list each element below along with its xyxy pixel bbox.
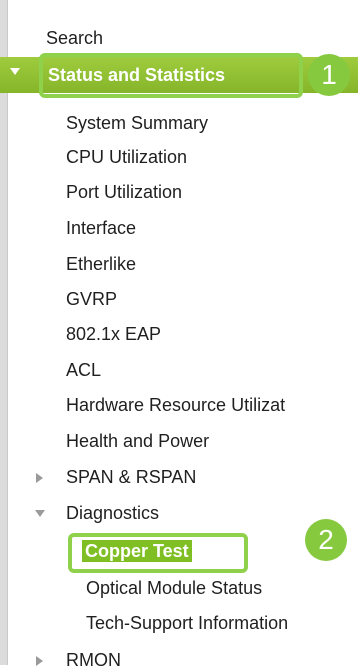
nav-item-copper-test[interactable]: Copper Test	[82, 540, 192, 562]
nav-item-hardware-resource-utilization[interactable]: Hardware Resource Utilizat	[66, 395, 285, 415]
chevron-down-icon	[10, 68, 20, 75]
nav-item-cpu-utilization[interactable]: CPU Utilization	[66, 147, 187, 167]
callout-highlight-status	[39, 53, 303, 98]
nav-item-health-and-power[interactable]: Health and Power	[66, 431, 209, 451]
nav-item-diagnostics[interactable]: Diagnostics	[66, 503, 159, 523]
nav-item-acl[interactable]: ACL	[66, 360, 101, 380]
callout-number-1: 1	[308, 54, 350, 96]
panel-left-border	[0, 0, 8, 665]
callout-number-2: 2	[305, 519, 347, 561]
nav-item-rmon[interactable]: RMON	[66, 650, 121, 670]
nav-item-port-utilization[interactable]: Port Utilization	[66, 182, 182, 202]
nav-item-gvrp[interactable]: GVRP	[66, 289, 117, 309]
nav-item-span-rspan[interactable]: SPAN & RSPAN	[66, 467, 196, 487]
chevron-down-icon[interactable]	[35, 510, 45, 517]
nav-item-interface[interactable]: Interface	[66, 218, 136, 238]
chevron-right-icon[interactable]	[36, 473, 43, 483]
nav-item-search[interactable]: Search	[46, 28, 103, 48]
nav-item-etherlike[interactable]: Etherlike	[66, 254, 136, 274]
nav-item-system-summary[interactable]: System Summary	[66, 113, 208, 133]
nav-item-802-1x-eap[interactable]: 802.1x EAP	[66, 324, 161, 344]
copper-test-label: Copper Test	[82, 540, 192, 562]
nav-item-optical-module-status[interactable]: Optical Module Status	[86, 578, 262, 598]
nav-item-tech-support-information[interactable]: Tech-Support Information	[86, 613, 288, 633]
